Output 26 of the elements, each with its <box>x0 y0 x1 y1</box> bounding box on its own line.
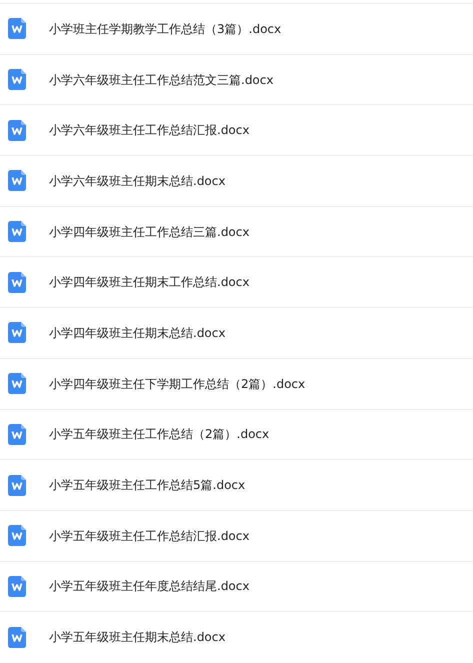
word-document-icon <box>8 272 26 293</box>
word-document-icon <box>8 424 26 445</box>
word-document-icon <box>8 626 26 648</box>
word-document-icon <box>8 120 26 141</box>
file-name-link[interactable]: 小学四年级班主任期末总结.docx <box>49 324 226 342</box>
word-document-icon <box>8 221 26 242</box>
file-name-link[interactable]: 小学五年级班主任期末总结.docx <box>49 628 226 646</box>
file-name-link[interactable]: 小学六年级班主任期末总结.docx <box>49 172 226 190</box>
word-document-icon <box>8 18 26 40</box>
word-document-icon <box>8 525 26 546</box>
file-name-link[interactable]: 小学五年级班主任工作总结汇报.docx <box>49 526 250 545</box>
file-name-link[interactable]: 小学六年级班主任工作总结范文三篇.docx <box>49 70 274 89</box>
file-name-link[interactable]: 小学四年级班主任下学期工作总结（2篇）.docx <box>49 374 306 393</box>
word-document-icon <box>8 322 26 344</box>
file-name-link[interactable]: 小学五年级班主任工作总结（2篇）.docx <box>49 425 270 444</box>
word-document-icon <box>8 474 26 496</box>
file-name-link[interactable]: 小学五年级班主任年度总结结尾.docx <box>49 577 250 596</box>
word-document-icon <box>8 373 26 394</box>
word-document-icon <box>8 170 26 192</box>
word-document-icon <box>8 576 26 597</box>
file-name-link[interactable]: 小学四年级班主任工作总结三篇.docx <box>49 222 250 241</box>
file-name-link[interactable]: 小学四年级班主任期末工作总结.docx <box>49 273 250 292</box>
file-name-link[interactable]: 小学五年级班主任工作总结5篇.docx <box>49 476 246 494</box>
file-name-link[interactable]: 小学班主任学期教学工作总结（3篇）.docx <box>49 20 282 38</box>
file-name-link[interactable]: 小学六年级班主任工作总结汇报.docx <box>49 121 250 140</box>
word-document-icon <box>8 69 26 90</box>
